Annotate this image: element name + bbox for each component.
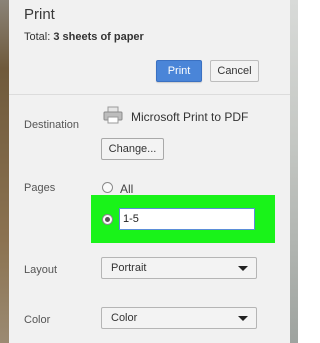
color-label: Color <box>24 314 51 326</box>
pages-all-radio[interactable] <box>102 182 113 193</box>
pages-range-input[interactable]: 1-5 <box>119 208 255 230</box>
background-right-strip <box>290 0 298 343</box>
color-select-value: Color <box>111 312 138 324</box>
chevron-down-icon <box>238 266 248 271</box>
background-left-strip <box>0 0 9 343</box>
cancel-button[interactable]: Cancel <box>210 60 259 82</box>
printer-icon <box>103 106 123 124</box>
dialog-title: Print <box>24 6 55 23</box>
chevron-down-icon <box>238 316 248 321</box>
destination-label: Destination <box>24 119 80 131</box>
destination-printer-name: Microsoft Print to PDF <box>131 110 249 124</box>
color-select[interactable]: Color <box>101 307 257 329</box>
pages-label: Pages <box>24 182 56 194</box>
pages-all-label[interactable]: All <box>120 182 133 196</box>
print-button[interactable]: Print <box>156 60 202 82</box>
layout-label: Layout <box>24 264 58 276</box>
dialog-header: Print Total: 3 sheets of paper Print Can… <box>9 0 290 95</box>
sheet-total-value: 3 sheets of paper <box>53 31 144 43</box>
layout-select[interactable]: Portrait <box>101 257 257 279</box>
sheet-total-prefix: Total: <box>24 31 54 43</box>
print-dialog: Print Total: 3 sheets of paper Print Can… <box>9 0 290 343</box>
pages-custom-radio[interactable] <box>102 214 113 225</box>
layout-select-value: Portrait <box>111 262 147 274</box>
change-destination-button[interactable]: Change... <box>101 138 164 160</box>
sheet-total: Total: 3 sheets of paper <box>24 31 144 43</box>
